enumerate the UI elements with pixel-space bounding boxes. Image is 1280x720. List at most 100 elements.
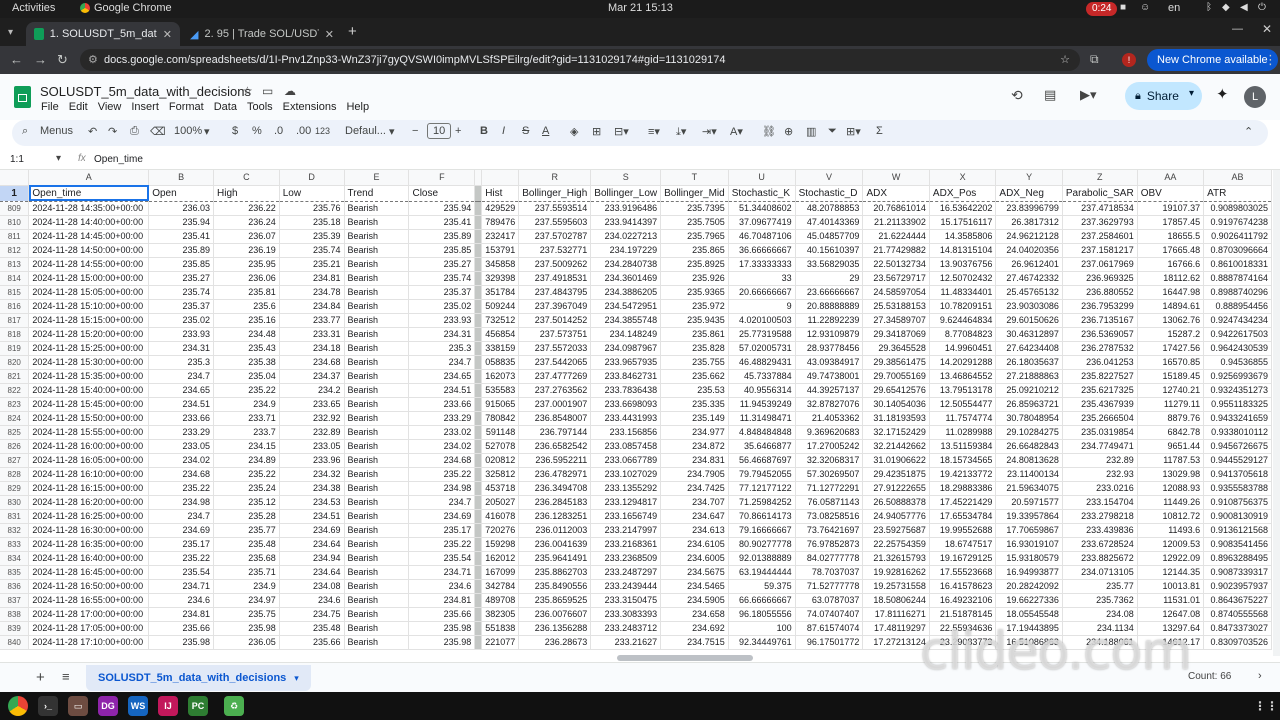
table-cell[interactable]: 234.188061 — [1062, 635, 1138, 650]
filter-icon[interactable]: ⏷ — [828, 125, 837, 138]
table-cell[interactable]: 10013.81 — [1137, 579, 1205, 594]
table-cell[interactable]: Bearish — [344, 243, 410, 258]
table-cell[interactable]: 234.81 — [148, 607, 214, 622]
table-cell[interactable]: 236.3494708 — [518, 481, 592, 496]
table-cell[interactable]: 12922.09 — [1137, 551, 1205, 566]
table-cell[interactable]: 235.02 — [148, 313, 214, 328]
table-cell[interactable]: 20.28242092 — [995, 579, 1063, 594]
table-cell[interactable]: Bearish — [344, 215, 410, 230]
table-cell[interactable]: 234.3855748 — [590, 313, 662, 328]
table-cell[interactable]: 71.52777778 — [795, 579, 864, 594]
table-cell[interactable]: 23.29083773 — [929, 635, 997, 650]
table-cell[interactable]: 234.197229 — [590, 243, 662, 258]
table-cell[interactable]: 235.22 — [148, 481, 214, 496]
table-cell[interactable]: Bearish — [344, 201, 410, 216]
table-cell[interactable]: 235.85 — [148, 257, 214, 272]
table-cell[interactable]: 25.09210212 — [995, 383, 1063, 398]
table-cell[interactable]: 0.94536855 — [1203, 355, 1272, 370]
table-cell[interactable]: 40.9556314 — [728, 383, 796, 398]
table-cell[interactable]: 234.71 — [408, 565, 476, 580]
table-cell[interactable]: 236.4782971 — [518, 467, 592, 482]
table-cell[interactable]: 235.43 — [213, 341, 280, 356]
table-cell[interactable]: 235.3 — [408, 341, 476, 356]
filter-views-icon[interactable]: ⊞▾ — [846, 125, 861, 138]
formula-input[interactable]: Open_time — [94, 154, 143, 165]
table-cell[interactable]: 338159 — [481, 341, 520, 356]
table-cell[interactable]: 11.0289988 — [929, 425, 997, 440]
decrease-decimal-button[interactable]: .0 — [274, 125, 283, 137]
table-cell[interactable]: 29.70055169 — [862, 369, 930, 384]
table-cell[interactable]: 234.31 — [408, 327, 476, 342]
table-cell[interactable]: 2024-11-28 16:50:00+00:00 — [28, 579, 150, 594]
table-cell[interactable]: Bearish — [344, 579, 410, 594]
table-cell[interactable]: 92.34449761 — [728, 635, 796, 650]
table-cell[interactable]: 237.0001907 — [518, 397, 592, 412]
table-cell[interactable]: 49.74738001 — [795, 369, 864, 384]
table-cell[interactable]: 31.18193593 — [862, 411, 930, 426]
row-header[interactable]: 831 — [0, 509, 30, 524]
menu-extensions[interactable]: Extensions — [283, 101, 337, 113]
move-folder-icon[interactable]: ▭ — [262, 84, 273, 98]
row-header[interactable]: 826 — [0, 439, 30, 454]
table-cell[interactable]: 236.8548007 — [518, 411, 592, 426]
table-cell[interactable]: 0.8309703526 — [1203, 635, 1272, 650]
table-cell[interactable]: 167099 — [481, 565, 520, 580]
gemini-icon[interactable]: ✦ — [1216, 85, 1229, 103]
table-cell[interactable]: 2024-11-28 14:50:00+00:00 — [28, 243, 150, 258]
table-cell[interactable]: 232417 — [481, 229, 520, 244]
table-cell[interactable]: 2024-11-28 15:00:00+00:00 — [28, 271, 150, 286]
table-cell[interactable]: Bearish — [344, 425, 410, 440]
table-cell[interactable]: 71.12772291 — [795, 481, 864, 496]
functions-icon[interactable]: Σ — [876, 125, 883, 137]
table-cell[interactable]: 11531.01 — [1137, 593, 1205, 608]
table-cell[interactable]: 29.60150626 — [995, 313, 1063, 328]
table-cell[interactable]: 17.19443895 — [995, 621, 1063, 636]
table-cell[interactable]: 2024-11-28 16:15:00+00:00 — [28, 481, 150, 496]
table-cell[interactable]: 235.926 — [660, 271, 729, 286]
table-cell[interactable]: 40.15610397 — [795, 243, 864, 258]
strikethrough-button[interactable]: S — [522, 125, 529, 137]
table-cell[interactable]: 0.8887874164 — [1203, 271, 1272, 286]
table-cell[interactable]: 66.66666667 — [728, 593, 796, 608]
table-cell[interactable]: Bearish — [344, 621, 410, 636]
table-cell[interactable]: 17857.45 — [1137, 215, 1205, 230]
table-cell[interactable]: 2024-11-28 16:05:00+00:00 — [28, 453, 150, 468]
table-cell[interactable]: 235.828 — [660, 341, 729, 356]
table-cell[interactable]: 234.613 — [660, 523, 729, 538]
table-cell[interactable]: 22.50132734 — [862, 257, 930, 272]
table-cell[interactable]: 233.0667789 — [590, 453, 662, 468]
table-cell[interactable]: 0.9023957937 — [1203, 579, 1272, 594]
table-cell[interactable]: 2024-11-28 16:40:00+00:00 — [28, 551, 150, 566]
table-cell[interactable]: 325812 — [481, 467, 520, 482]
table-cell[interactable]: 0.9136121568 — [1203, 523, 1272, 538]
table-cell[interactable]: 234.18 — [279, 341, 345, 356]
table-cell[interactable]: 233.65 — [279, 397, 345, 412]
table-cell[interactable]: 159298 — [481, 537, 520, 552]
table-cell[interactable]: 23.90303086 — [995, 299, 1063, 314]
row-header[interactable]: 833 — [0, 537, 30, 552]
version-history-icon[interactable]: ⟲ — [1011, 87, 1023, 104]
header-cell[interactable]: ADX_Neg — [995, 184, 1063, 202]
row-header[interactable]: 830 — [0, 495, 30, 510]
column-header[interactable]: A — [28, 170, 150, 186]
header-cell[interactable]: ATR — [1203, 184, 1272, 202]
table-cell[interactable]: Bearish — [344, 257, 410, 272]
insert-link-icon[interactable]: ⛓ — [762, 125, 776, 138]
table-cell[interactable]: 0.9026411792 — [1203, 229, 1272, 244]
table-cell[interactable]: 236.797144 — [518, 425, 592, 440]
table-cell[interactable]: 233.156856 — [590, 425, 662, 440]
table-cell[interactable]: Bearish — [344, 467, 410, 482]
header-cell[interactable]: Bollinger_High — [518, 184, 592, 202]
column-header[interactable]: T — [660, 170, 729, 186]
table-cell[interactable]: 234.37 — [279, 369, 345, 384]
document-title[interactable]: SOLUSDT_5m_data_with_decisions — [40, 84, 251, 99]
table-cell[interactable]: 237.4718534 — [1062, 201, 1138, 216]
table-cell[interactable]: 233.3150475 — [590, 593, 662, 608]
table-cell[interactable]: 235.2666504 — [1062, 411, 1138, 426]
table-cell[interactable]: 29.3645528 — [862, 341, 930, 356]
table-cell[interactable]: 234.65 — [408, 369, 476, 384]
table-cell[interactable]: 45.7337884 — [728, 369, 796, 384]
table-cell[interactable]: Bearish — [344, 271, 410, 286]
table-cell[interactable]: 15189.45 — [1137, 369, 1205, 384]
table-cell[interactable]: 234.7905 — [660, 467, 729, 482]
